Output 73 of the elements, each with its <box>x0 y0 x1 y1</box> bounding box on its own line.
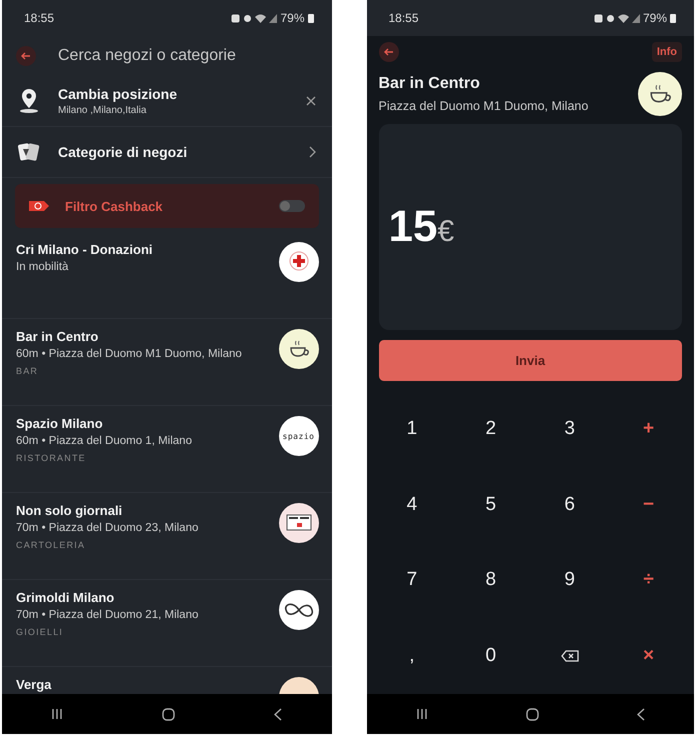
chevron-right-icon[interactable] <box>308 146 316 158</box>
operator-key[interactable]: − <box>609 466 688 542</box>
operator-key[interactable]: + <box>609 391 688 467</box>
location-pin-icon <box>18 88 40 114</box>
store-address: 60m • Piazza del Duomo 1, Milano <box>16 435 193 447</box>
keypad-key[interactable]: 2 <box>451 391 530 467</box>
battery-icon <box>670 13 676 23</box>
home-icon[interactable] <box>162 708 176 720</box>
keypad-key[interactable]: 1 <box>372 391 452 467</box>
back-button[interactable] <box>16 46 36 66</box>
battery-icon <box>308 13 314 23</box>
signal-icon <box>632 14 640 22</box>
recent-apps-icon[interactable] <box>51 708 64 720</box>
wifi-icon <box>618 14 629 22</box>
wifi-icon <box>255 14 266 22</box>
keypad-key[interactable]: 9 <box>530 542 610 618</box>
keypad-key[interactable]: 5 <box>451 466 530 542</box>
send-button[interactable]: Invia <box>378 340 682 381</box>
back-arrow-icon <box>384 48 394 56</box>
coffee-cup-logo <box>278 329 318 369</box>
back-icon[interactable] <box>274 708 282 720</box>
store-address: In mobilità <box>16 261 70 273</box>
store-category: GIOIELLI <box>16 627 64 637</box>
store-name[interactable]: Cri Milano - Donazioni <box>16 242 278 257</box>
operator-key[interactable]: × <box>609 618 688 694</box>
store-name[interactable]: Non solo giornali <box>16 503 278 518</box>
location-subtitle: Milano ,Milano,Italia <box>58 105 148 116</box>
store-address: Piazza del Duomo M1 Duomo, Milano <box>378 99 588 113</box>
operator-key[interactable]: ÷ <box>609 542 688 618</box>
store-address: 70m • Piazza del Duomo 21, Milano <box>16 609 200 621</box>
store-name[interactable]: Bar in Centro <box>16 329 278 344</box>
store-name[interactable]: Grimoldi Milano <box>16 590 278 605</box>
store-name: Bar in Centro <box>378 75 481 93</box>
close-icon[interactable] <box>306 96 316 106</box>
amount-value: 15 <box>388 202 438 252</box>
keypad-key[interactable]: 4 <box>372 466 452 542</box>
store-category: CARTOLERIA <box>16 540 86 550</box>
info-button[interactable]: Info <box>652 42 682 62</box>
search-field[interactable]: Cerca negozi o categorie <box>58 43 318 69</box>
battery-level: 79% <box>280 11 304 25</box>
home-icon[interactable] <box>526 708 539 720</box>
store-name[interactable]: Spazio Milano <box>16 416 278 431</box>
cashback-toggle[interactable] <box>278 200 304 212</box>
currency-symbol: € <box>437 215 454 249</box>
back-arrow-icon <box>21 52 31 60</box>
store-address: 60m • Piazza del Duomo M1 Duomo, Milano <box>16 348 243 360</box>
store-name[interactable]: Verga <box>16 677 278 692</box>
newspaper-logo <box>278 503 318 543</box>
back-button[interactable] <box>378 42 398 62</box>
store-category: BAR <box>16 366 40 376</box>
back-icon[interactable] <box>636 708 645 720</box>
cross-logo <box>278 242 318 282</box>
location-title[interactable]: Cambia posizione <box>58 86 288 102</box>
categories-item[interactable]: Categorie di negozi <box>58 144 290 160</box>
recent-apps-icon[interactable] <box>416 708 428 720</box>
store-address: 70m • Piazza del Duomo 23, Milano <box>16 522 200 534</box>
backspace-icon <box>560 650 579 662</box>
status-time: 18:55 <box>24 11 54 25</box>
keypad-key[interactable]: 6 <box>530 466 610 542</box>
signal-icon <box>269 14 278 22</box>
keypad-key[interactable]: 0 <box>451 618 530 694</box>
status-time: 18:55 <box>388 11 419 25</box>
keypad-key[interactable]: 7 <box>372 542 452 618</box>
store-logo: spazio <box>278 416 318 456</box>
coffee-cup-logo <box>638 72 682 116</box>
keypad-key[interactable]: 8 <box>451 542 530 618</box>
battery-level: 79% <box>642 11 667 25</box>
store-category: RISTORANTE <box>16 453 87 463</box>
loop-logo <box>278 590 318 630</box>
cards-icon <box>18 141 40 163</box>
keypad-key[interactable]: , <box>372 618 452 694</box>
keypad-key[interactable]: 3 <box>530 391 610 467</box>
cashback-filter-label: Filtro Cashback <box>65 198 164 214</box>
